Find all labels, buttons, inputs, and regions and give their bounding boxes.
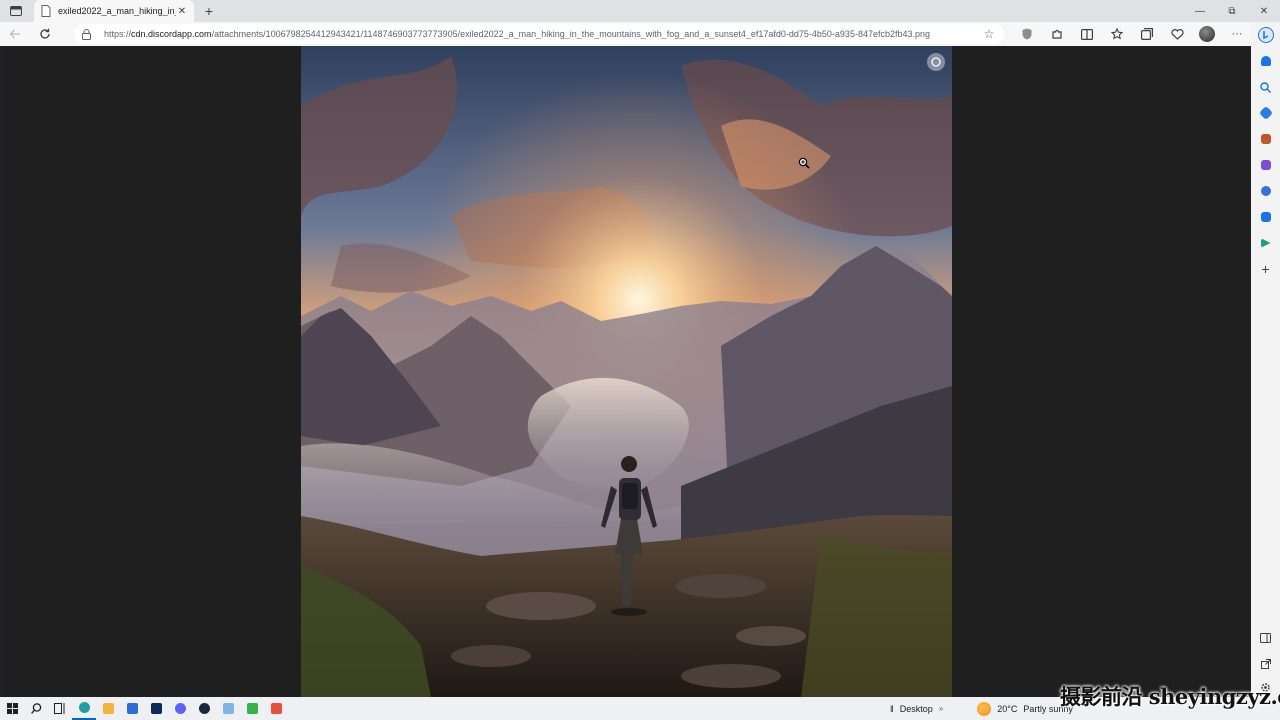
site-watermark: 摄影前沿 sheyingzyz.com	[1060, 684, 1280, 709]
steam-icon	[198, 703, 210, 714]
favorites-icon[interactable]	[1102, 22, 1132, 46]
page-icon	[40, 5, 52, 17]
tab-strip: exiled2022_a_man_hiking_in_the ✕ + — ⧉ ✕	[0, 0, 1280, 22]
sidebar-item-search[interactable]	[1251, 74, 1280, 100]
chess-icon	[1260, 160, 1271, 170]
taskbar-app-steam[interactable]	[192, 697, 216, 720]
landscape-illustration	[301, 46, 952, 697]
desktop-toolbar[interactable]: Desktop	[900, 704, 933, 714]
hide-sidebar-button[interactable]	[1251, 625, 1280, 651]
external-link-icon	[1260, 659, 1271, 669]
new-tab-button[interactable]: +	[198, 0, 220, 22]
edge-icon	[78, 702, 90, 713]
maximize-button[interactable]: ⧉	[1216, 0, 1248, 22]
tab-title: exiled2022_a_man_hiking_in_the	[58, 6, 176, 16]
tag-icon	[1258, 105, 1273, 121]
desktop-toolbar-separator: ‖	[890, 703, 894, 714]
bing-icon	[1257, 27, 1274, 43]
photoshop-icon	[150, 703, 162, 714]
sidebar-item-office[interactable]	[1251, 178, 1280, 204]
back-button[interactable]	[0, 22, 30, 46]
store-icon	[126, 703, 138, 714]
windows-logo-icon	[6, 703, 18, 714]
search-icon	[1260, 81, 1271, 93]
outlook-icon	[1260, 212, 1271, 222]
start-button[interactable]	[0, 697, 24, 720]
shield-icon[interactable]	[1012, 22, 1042, 46]
sidebar-panel-icon	[1260, 633, 1271, 643]
refresh-icon	[40, 28, 50, 39]
red-app-icon	[270, 703, 282, 714]
address-bar[interactable]: https://cdn.discordapp.com/attachments/1…	[74, 24, 1004, 44]
taskbar-app-discord[interactable]	[168, 697, 192, 720]
system-tray: ‖ Desktop » 20°C Partly sunny	[890, 697, 1079, 720]
folder-icon	[102, 703, 114, 714]
taskbar-app-store[interactable]	[120, 697, 144, 720]
search-icon	[30, 703, 41, 714]
weather-temperature[interactable]: 20°C	[997, 704, 1017, 714]
taskbar-app-file-explorer[interactable]	[96, 697, 120, 720]
sidebar-item-outlook[interactable]	[1251, 204, 1280, 230]
profile-avatar[interactable]	[1192, 22, 1222, 46]
taskbar-app-green[interactable]	[240, 697, 264, 720]
url-text: https://cdn.discordapp.com/attachments/1…	[104, 29, 982, 39]
add-sidebar-app-button[interactable]: +	[1251, 256, 1280, 282]
refresh-button[interactable]	[30, 22, 60, 46]
close-window-button[interactable]: ✕	[1248, 0, 1280, 22]
image-viewer	[3, 46, 1250, 697]
chevron-right-icon[interactable]: »	[939, 704, 943, 713]
taskbar-app-notepad[interactable]	[216, 697, 240, 720]
taskbar-search-button[interactable]	[24, 697, 48, 720]
sidebar-item-games[interactable]	[1251, 152, 1280, 178]
address-toolbar: https://cdn.discordapp.com/attachments/1…	[0, 22, 1280, 46]
toolbox-icon	[1260, 134, 1271, 144]
extensions-icon[interactable]	[1042, 22, 1072, 46]
discord-icon	[174, 703, 186, 714]
send-icon	[1260, 238, 1271, 248]
toolbar-actions: ···	[1012, 22, 1252, 46]
bing-chat-button[interactable]	[1251, 22, 1280, 48]
hiker-sunset-image[interactable]	[301, 46, 952, 697]
taskbar-app-edge[interactable]	[72, 697, 96, 720]
green-app-icon	[246, 703, 258, 714]
notepad-icon	[222, 703, 234, 714]
copilot-heart-icon[interactable]	[1162, 22, 1192, 46]
url-host: cdn.discordapp.com	[131, 29, 212, 39]
lock-icon[interactable]	[82, 28, 96, 40]
url-path: /attachments/1006798254412943421/1148746…	[211, 29, 931, 39]
task-view-icon	[54, 703, 65, 714]
active-tab[interactable]: exiled2022_a_man_hiking_in_the ✕	[34, 0, 194, 22]
window-controls: — ⧉ ✕	[1184, 0, 1280, 22]
task-view-button[interactable]	[48, 697, 72, 720]
sidebar-item-shopping[interactable]	[1251, 100, 1280, 126]
favorite-star-icon[interactable]: ☆	[982, 27, 996, 41]
open-external-button[interactable]	[1251, 651, 1280, 677]
avatar	[1199, 26, 1215, 42]
back-arrow-icon	[9, 29, 20, 39]
zoom-in-cursor-icon	[798, 157, 810, 169]
office-icon	[1260, 186, 1271, 196]
split-screen-icon[interactable]	[1072, 22, 1102, 46]
sidebar-item-tools[interactable]	[1251, 126, 1280, 152]
visual-search-icon[interactable]	[926, 52, 946, 72]
url-prefix: https://	[104, 29, 132, 39]
bell-icon	[1260, 56, 1271, 66]
sidebar-item-notifications[interactable]	[1251, 48, 1280, 74]
collections-icon[interactable]	[1132, 22, 1162, 46]
tab-actions-icon	[10, 6, 22, 16]
weather-sun-icon	[977, 701, 992, 716]
more-menu-icon[interactable]: ···	[1222, 22, 1252, 46]
sidebar-item-drop[interactable]	[1251, 230, 1280, 256]
taskbar-app-red[interactable]	[264, 697, 288, 720]
minimize-button[interactable]: —	[1184, 0, 1216, 22]
close-tab-icon[interactable]: ✕	[176, 5, 188, 17]
tab-actions-button[interactable]	[0, 0, 32, 22]
edge-sidebar: +	[1251, 22, 1280, 697]
taskbar-app-photoshop[interactable]	[144, 697, 168, 720]
